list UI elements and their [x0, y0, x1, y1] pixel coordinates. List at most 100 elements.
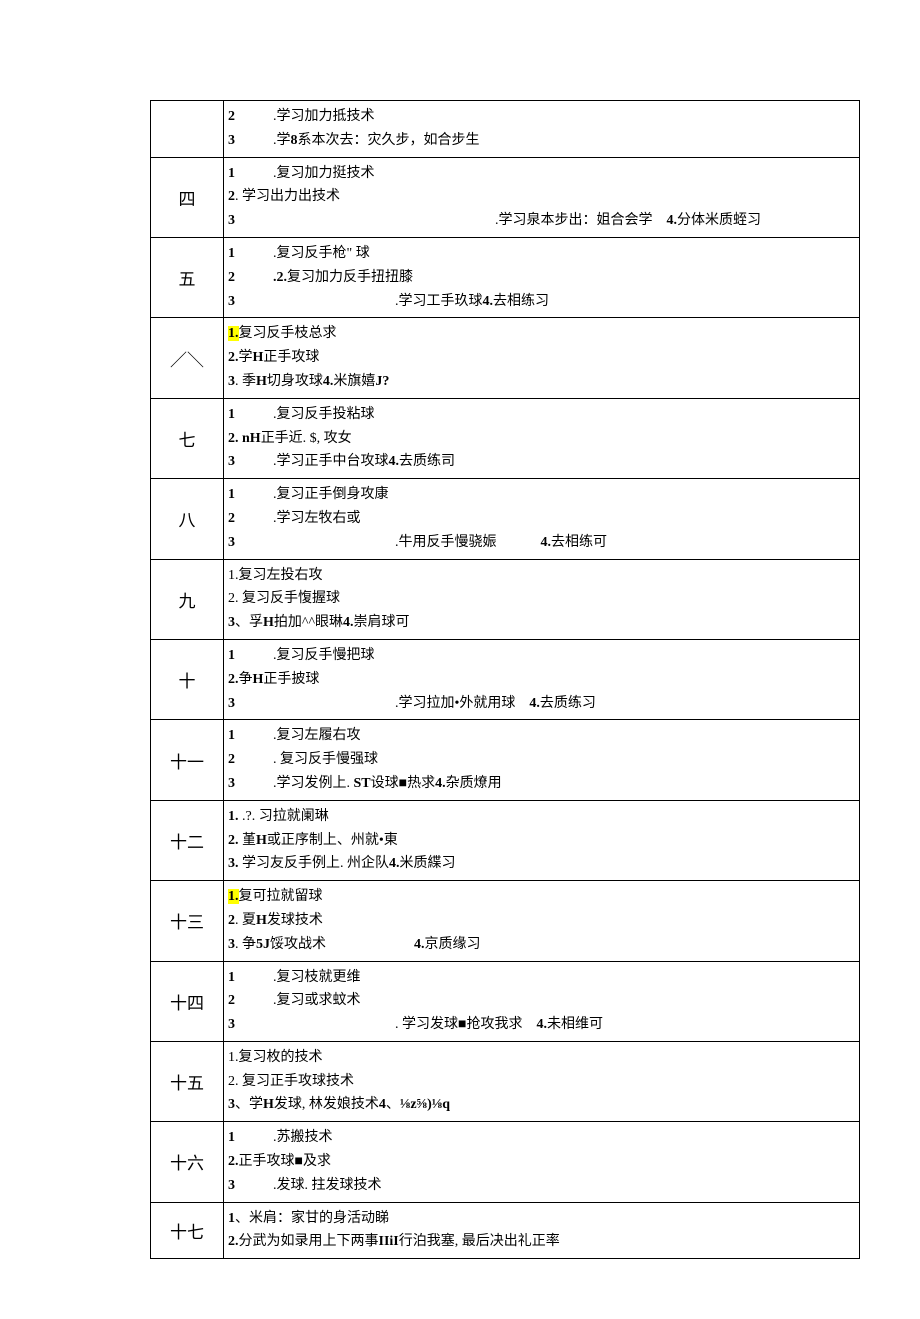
row-content: 1.复习反手投粘球2. nH正手近. $, 攻女3.学习正手中台攻球4.去质练司 [224, 398, 860, 478]
row-content: 1、米肩：家甘的身活动睇2.分武为如录用上下两事IIiI行泊我塞, 最后决出礼正… [224, 1202, 860, 1259]
text-segment: 1 [228, 162, 235, 186]
text-segment: 5J [256, 937, 270, 952]
text-segment: H [263, 1097, 274, 1112]
text-segment: 3 [228, 692, 235, 716]
text-segment: 2. 复习反手愎握球 [228, 591, 340, 606]
text-segment: 3 [228, 1013, 235, 1037]
text-segment: 4. [414, 937, 425, 952]
content-line: 2. 复习正手攻球技术 [228, 1070, 853, 1094]
text-segment: 米旗嬉 [333, 374, 375, 389]
text-segment: .复习反手枪" 球 [273, 246, 370, 261]
text-segment: .苏搬技术 [273, 1130, 333, 1145]
text-segment: 1 [228, 724, 235, 748]
text-segment: 3 [228, 450, 235, 474]
text-segment: .学 [273, 133, 291, 148]
row-label: 十六 [151, 1122, 224, 1202]
table-row: 十四1.复习枝就更维2.复习或求蚊术3. 学习发球■抢攻我求4.未相维可 [151, 961, 860, 1041]
row-content: 1.复习左投右攻2. 复习反手愎握球3、孚H拍加^^眼琳4.崇肩球可 [224, 559, 860, 639]
text-segment: 去相练可 [551, 535, 607, 550]
content-line: 1.苏搬技术 [228, 1126, 853, 1150]
text-segment: 3 [228, 129, 235, 153]
content-line: 3.学习拉加•外就用球4.去质练习 [228, 692, 853, 716]
text-segment: 3 [228, 531, 235, 555]
text-segment: 3 [228, 1174, 235, 1198]
row-content: 1.复习左履右攻2. 复习反手慢强球3.学习发例上. ST设球■热求4.杂质燎用 [224, 720, 860, 800]
row-label: 八 [151, 479, 224, 559]
text-segment: .复习反手投粘球 [273, 407, 375, 422]
table-row: 十三1.复可拉就留球2. 夏H发球技术3. 争5J馁攻战术4.京质缘习 [151, 881, 860, 961]
content-line: 1.复习正手倒身攻康 [228, 483, 853, 507]
text-segment: 学 [239, 350, 253, 365]
text-segment: 切身攻球 [267, 374, 323, 389]
content-line: 1.复习枝就更维 [228, 966, 853, 990]
text-segment: 2. [228, 833, 239, 848]
text-segment: 、 [386, 1097, 400, 1112]
text-segment: 4 [379, 1097, 386, 1112]
text-segment: .复习左履右攻 [273, 728, 361, 743]
text-segment: 系本次去：灾久步，如合步生 [298, 133, 480, 148]
text-segment: . 学习发球■抢攻我求 [395, 1017, 522, 1032]
content-line: 2.分武为如录用上下两事IIiI行泊我塞, 最后决出礼正率 [228, 1230, 853, 1254]
content-line: 2. 学习出力出技术 [228, 185, 853, 209]
text-segment: 2 [228, 105, 235, 129]
text-segment: .牛用反手慢骁娠 [395, 535, 497, 550]
table-row: 七1.复习反手投粘球2. nH正手近. $, 攻女3.学习正手中台攻球4.去质练… [151, 398, 860, 478]
row-content: 2 .学习加力抵技术 3 .学8系本次去：灾久步，如合步生 [224, 101, 860, 158]
content-line: 1.复习加力挺技术 [228, 162, 853, 186]
text-segment: 2 [228, 266, 235, 290]
text-segment: 正手近. $, 攻女 [261, 431, 352, 446]
row-content: 1.复习加力挺技术2. 学习出力出技术3.学习泉本步出：姐合会学4.分体米质蛭习 [224, 157, 860, 237]
text-segment: 4. [435, 776, 446, 791]
content-line: 2. 夏H发球技术 [228, 909, 853, 933]
text-segment: 3. [228, 856, 239, 871]
schedule-table: 2.学习加力抵技术3.学8系本次去：灾久步，如合步生四1.复习加力挺技术2. 学… [150, 100, 860, 1259]
text-segment: .学习加力抵技术 [273, 109, 375, 124]
text-segment: 3 [228, 374, 235, 389]
text-segment: .学习工手玖球 [395, 294, 483, 309]
content-line: 3 .学8系本次去：灾久步，如合步生 [228, 129, 853, 153]
text-segment: 4. [389, 856, 400, 871]
text-segment: . 学习出力出技术 [235, 189, 340, 204]
row-label: 九 [151, 559, 224, 639]
text-segment: 2. [228, 1234, 239, 1249]
row-content: 1.苏搬技术2.正手攻球■及求3.发球. 拄发球技术 [224, 1122, 860, 1202]
content-line: 3.学习泉本步出：姐合会学4.分体米质蛭习 [228, 209, 853, 233]
document-page: 2.学习加力抵技术3.学8系本次去：灾久步，如合步生四1.复习加力挺技术2. 学… [0, 0, 920, 1319]
row-label: 十五 [151, 1041, 224, 1121]
row-content: 1.复习枝就更维2.复习或求蚊术3. 学习发球■抢攻我求4.未相维可 [224, 961, 860, 1041]
content-line: 3. 学习友反手例上. 州企队4.米质緤习 [228, 852, 853, 876]
text-segment: 4. [483, 294, 494, 309]
content-line: 2.2.复习加力反手扭扭膝 [228, 266, 853, 290]
text-segment: 正手攻球 [263, 350, 319, 365]
content-line: 2.争H正手披球 [228, 668, 853, 692]
content-line: 3.学习正手中台攻球4.去质练司 [228, 450, 853, 474]
text-segment: . 复习反手慢强球 [273, 752, 378, 767]
content-line: 3. 学习发球■抢攻我求4.未相维可 [228, 1013, 853, 1037]
text-segment: 3 [228, 937, 235, 952]
text-segment: 4. [323, 374, 334, 389]
text-segment: .学习发例上. [273, 776, 354, 791]
table-row: 2 .学习加力抵技术 3 .学8系本次去：灾久步，如合步生 [151, 101, 860, 158]
table-row: 八1.复习正手倒身攻康2.学习左牧右或3.牛用反手慢骁娠4.去相练可 [151, 479, 860, 559]
row-label: 十二 [151, 800, 224, 880]
text-segment: .复习反手慢把球 [273, 648, 375, 663]
text-segment: 复习反手枝总求 [239, 326, 337, 341]
table-row: 十七1、米肩：家甘的身活动睇2.分武为如录用上下两事IIiI行泊我塞, 最后决出… [151, 1202, 860, 1259]
text-segment: 3 [228, 772, 235, 796]
table-row: 十五1.复习枚的技术2. 复习正手攻球技术3、学H发球, 林发娘技术4、⅛z⅝)… [151, 1041, 860, 1121]
text-segment: . 夏 [235, 913, 256, 928]
text-segment: 8 [291, 133, 298, 148]
content-line: 1、米肩：家甘的身活动睇 [228, 1207, 853, 1231]
text-segment: 4. [536, 1017, 547, 1032]
content-line: 3、学H发球, 林发娘技术4、⅛z⅝)⅛q [228, 1093, 853, 1117]
text-segment: 2 [228, 507, 235, 531]
text-segment: 4. [541, 535, 552, 550]
text-segment: ⅛z⅝)⅛q [400, 1097, 450, 1112]
content-line: 2. 复习反手慢强球 [228, 748, 853, 772]
table-row: 十一1.复习左履右攻2. 复习反手慢强球3.学习发例上. ST设球■热求4.杂质… [151, 720, 860, 800]
text-segment: 米质緤习 [400, 856, 456, 871]
text-segment: IIiI [379, 1234, 399, 1249]
table-row: ／＼1.复习反手枝总求2.学H正手攻球3. 季H切身攻球4.米旗嬉J? [151, 318, 860, 398]
text-segment: H [256, 374, 267, 389]
text-segment: 正手攻球■及求 [239, 1154, 331, 1169]
